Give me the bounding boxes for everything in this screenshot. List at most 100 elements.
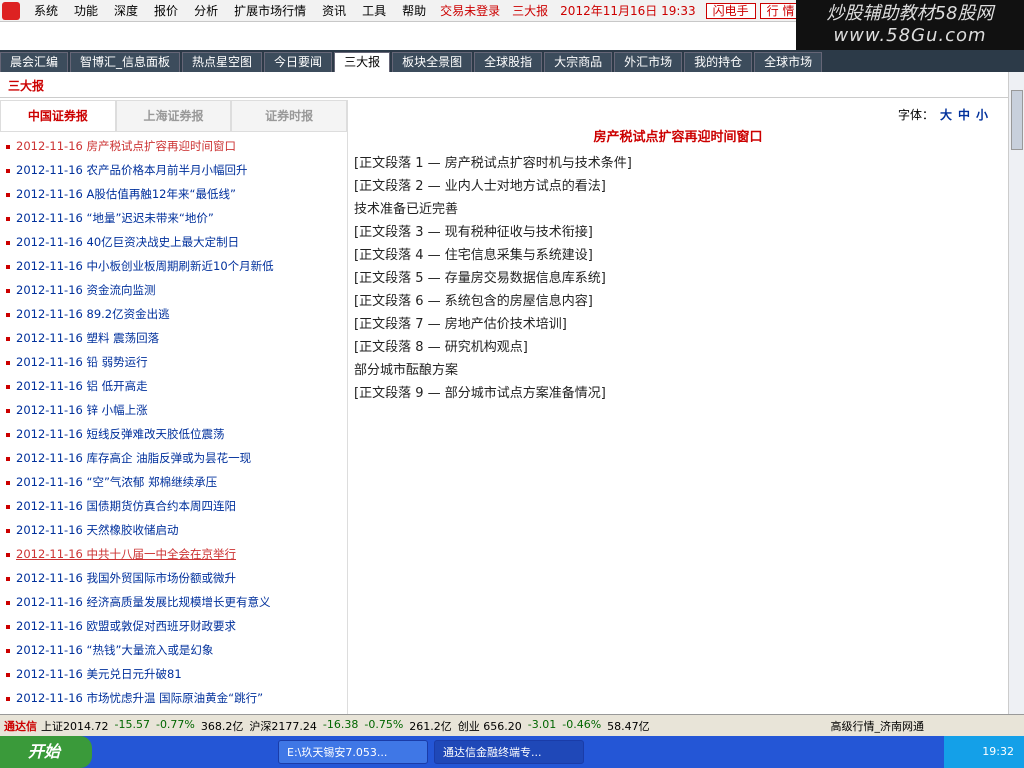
bullet-icon: [6, 672, 10, 677]
ticker-value: 上证2014.72: [41, 719, 109, 733]
bullet-icon: [6, 456, 10, 461]
news-date: 2012-11-16: [16, 499, 87, 513]
news-item[interactable]: 2012-11-16 A股估值再触12年来“最低线”: [0, 182, 347, 206]
ticker-value: 创业 656.20: [457, 719, 522, 733]
tab-7[interactable]: 大宗商品: [544, 52, 613, 72]
news-item[interactable]: 2012-11-16 库存高企 油脂反弹或为昙花一现: [0, 446, 347, 470]
tray-clock: 19:32: [944, 736, 1024, 768]
news-title: 房产税试点扩容再迎时间窗口: [86, 139, 237, 153]
ticker-value: -0.46%: [562, 717, 602, 731]
newspaper-tab-2[interactable]: 证券时报: [231, 100, 347, 131]
menu-item-4[interactable]: 分析: [186, 2, 226, 19]
news-date: 2012-11-16: [16, 259, 87, 273]
tab-6[interactable]: 全球股指: [474, 52, 543, 72]
news-item[interactable]: 2012-11-16 40亿巨资决战史上最大定制日: [0, 230, 347, 254]
taskbar-window-0[interactable]: E:\玖天锡安7.053...: [278, 740, 428, 764]
news-item[interactable]: 2012-11-16 农产品价格本月前半月小幅回升: [0, 158, 347, 182]
taskbar-window-1[interactable]: 通达信金融终端专...: [434, 740, 584, 764]
news-date: 2012-11-16: [16, 691, 87, 705]
newspaper-tab-0[interactable]: 中国证券报: [0, 100, 116, 131]
news-item[interactable]: 2012-11-16 短线反弹难改天胶低位震荡: [0, 422, 347, 446]
menu-item-5[interactable]: 扩展市场行情: [226, 2, 314, 19]
menu-item-7[interactable]: 工具: [354, 2, 394, 19]
bullet-icon: [6, 144, 10, 149]
start-button[interactable]: 开始: [0, 736, 92, 768]
article-paragraph: [正文段落 5 — 存量房交易数据信息库系统]: [354, 271, 606, 286]
ticker-value: -0.77%: [155, 717, 195, 731]
bullet-icon: [6, 192, 10, 197]
news-item[interactable]: 2012-11-16 市场忧虑升温 国际原油黄金“跳行”: [0, 686, 347, 710]
flash-trade-button[interactable]: 闪电手: [705, 2, 756, 19]
bullet-icon: [6, 528, 10, 533]
news-date: 2012-11-16: [16, 547, 87, 561]
menu-item-6[interactable]: 资讯: [314, 2, 354, 19]
news-item[interactable]: 2012-11-16 经济高质量发展比规模增长更有意义: [0, 590, 347, 614]
tab-1[interactable]: 智博汇_信息面板: [70, 52, 181, 72]
article-headline: 房产税试点扩容再迎时间窗口: [593, 130, 763, 145]
menu-item-3[interactable]: 报价: [146, 2, 186, 19]
news-item[interactable]: 2012-11-16 欧盟或敦促对西班牙财政要求: [0, 614, 347, 638]
menu-item-8[interactable]: 帮助: [394, 2, 434, 19]
brand-line2: www.58Gu.com: [833, 25, 987, 46]
news-date: 2012-11-16: [16, 331, 87, 345]
index-ticker: 通达信 上证2014.72 -15.57 -0.77% 368.2亿 沪深2177.24…: [0, 714, 1024, 736]
tab-5[interactable]: 板块全景图: [392, 52, 473, 72]
tab-0[interactable]: 晨会汇编: [0, 52, 69, 72]
menu-item-1[interactable]: 功能: [66, 2, 106, 19]
brand-banner: 炒股辅助教材58股网 www.58Gu.com: [796, 0, 1024, 50]
news-item[interactable]: 2012-11-16 美元兑日元升破81: [0, 662, 347, 686]
news-title: 短线反弹难改天胶低位震荡: [86, 427, 225, 441]
taskbar: 开始 E:\玖天锡安7.053... 通达信金融终端专... 19:32: [0, 736, 1024, 768]
news-item[interactable]: 2012-11-16 “空”气浓郁 郑棉继续承压: [0, 470, 347, 494]
menu-item-0[interactable]: 系统: [26, 2, 66, 19]
news-title: 89.2亿资金出逃: [86, 307, 170, 321]
news-item[interactable]: 2012-11-16 我国外贸国际市场份额或微升: [0, 566, 347, 590]
tab-4[interactable]: 三大报: [334, 52, 391, 72]
news-item[interactable]: 2012-11-16 “地量”迟迟未带来“地价”: [0, 206, 347, 230]
news-item[interactable]: 2012-11-16 89.2亿资金出逃: [0, 302, 347, 326]
ticker-value: -0.75%: [364, 717, 404, 731]
tab-2[interactable]: 热点星空图: [182, 52, 263, 72]
tab-8[interactable]: 外汇市场: [614, 52, 683, 72]
font-size-1[interactable]: 中: [958, 108, 970, 122]
function-tab-bar: 晨会汇编 智博汇_信息面板 热点星空图 今日要闻 三大报 板块全景图 全球股指 大宗商品 外汇市…: [0, 50, 1024, 72]
bullet-icon: [6, 168, 10, 173]
news-item[interactable]: 2012-11-16 塑料 震荡回落: [0, 326, 347, 350]
ticker-value: -3.01: [527, 717, 557, 731]
news-item[interactable]: 2012-11-16 中小板创业板周期刷新近10个月新低: [0, 254, 347, 278]
newspaper-tab-1[interactable]: 上海证券报: [115, 100, 232, 131]
news-title: 我国外贸国际市场份额或微升: [86, 571, 237, 585]
ticker-value: 58.47亿: [607, 719, 650, 733]
article-paragraph: [正文段落 1 — 房产税试点扩容时机与技术条件]: [354, 156, 632, 171]
news-date: 2012-11-16: [16, 475, 87, 489]
news-date: 2012-11-16: [16, 451, 87, 465]
scroll-thumb[interactable]: [1011, 90, 1023, 150]
news-date: 2012-11-16: [16, 427, 87, 441]
news-item[interactable]: 2012-11-16 房产税试点扩容再迎时间窗口: [0, 134, 347, 158]
tab-10[interactable]: 全球市场: [754, 52, 823, 72]
tab-9[interactable]: 我的持仓: [684, 52, 753, 72]
news-date: 2012-11-16: [16, 307, 87, 321]
font-size-2[interactable]: 小: [976, 108, 988, 122]
article-paragraph: [正文段落 3 — 现有税种征收与技术衔接]: [354, 225, 593, 240]
news-item[interactable]: 2012-11-16 国债期货仿真合约本周四连阳: [0, 494, 347, 518]
bullet-icon: [6, 216, 10, 221]
font-size-0[interactable]: 大: [940, 108, 952, 122]
news-item[interactable]: 2012-11-16 “热钱”大量流入或是幻象: [0, 638, 347, 662]
news-title: 铅 弱势运行: [86, 355, 148, 369]
news-title: “地量”迟迟未带来“地价”: [86, 211, 214, 225]
news-item[interactable]: 2012-11-16 锌 小幅上涨: [0, 398, 347, 422]
menu-item-2[interactable]: 深度: [106, 2, 146, 19]
news-item[interactable]: 2012-11-16 资金流向监测: [0, 278, 347, 302]
bullet-icon: [6, 288, 10, 293]
news-item[interactable]: 2012-11-16 铝 低开高走: [0, 374, 347, 398]
news-item[interactable]: 2012-11-16 中共十八届一中全会在京举行: [0, 542, 347, 566]
article-paragraph: [正文段落 8 — 研究机构观点]: [354, 340, 528, 355]
tab-3[interactable]: 今日要闻: [264, 52, 333, 72]
login-status: 交易未登录: [440, 4, 501, 18]
news-item[interactable]: 2012-11-16 天然橡胶收储启动: [0, 518, 347, 542]
bullet-icon: [6, 696, 10, 701]
news-date: 2012-11-16: [16, 355, 87, 369]
vertical-scrollbar[interactable]: [1008, 72, 1024, 714]
news-item[interactable]: 2012-11-16 铅 弱势运行: [0, 350, 347, 374]
